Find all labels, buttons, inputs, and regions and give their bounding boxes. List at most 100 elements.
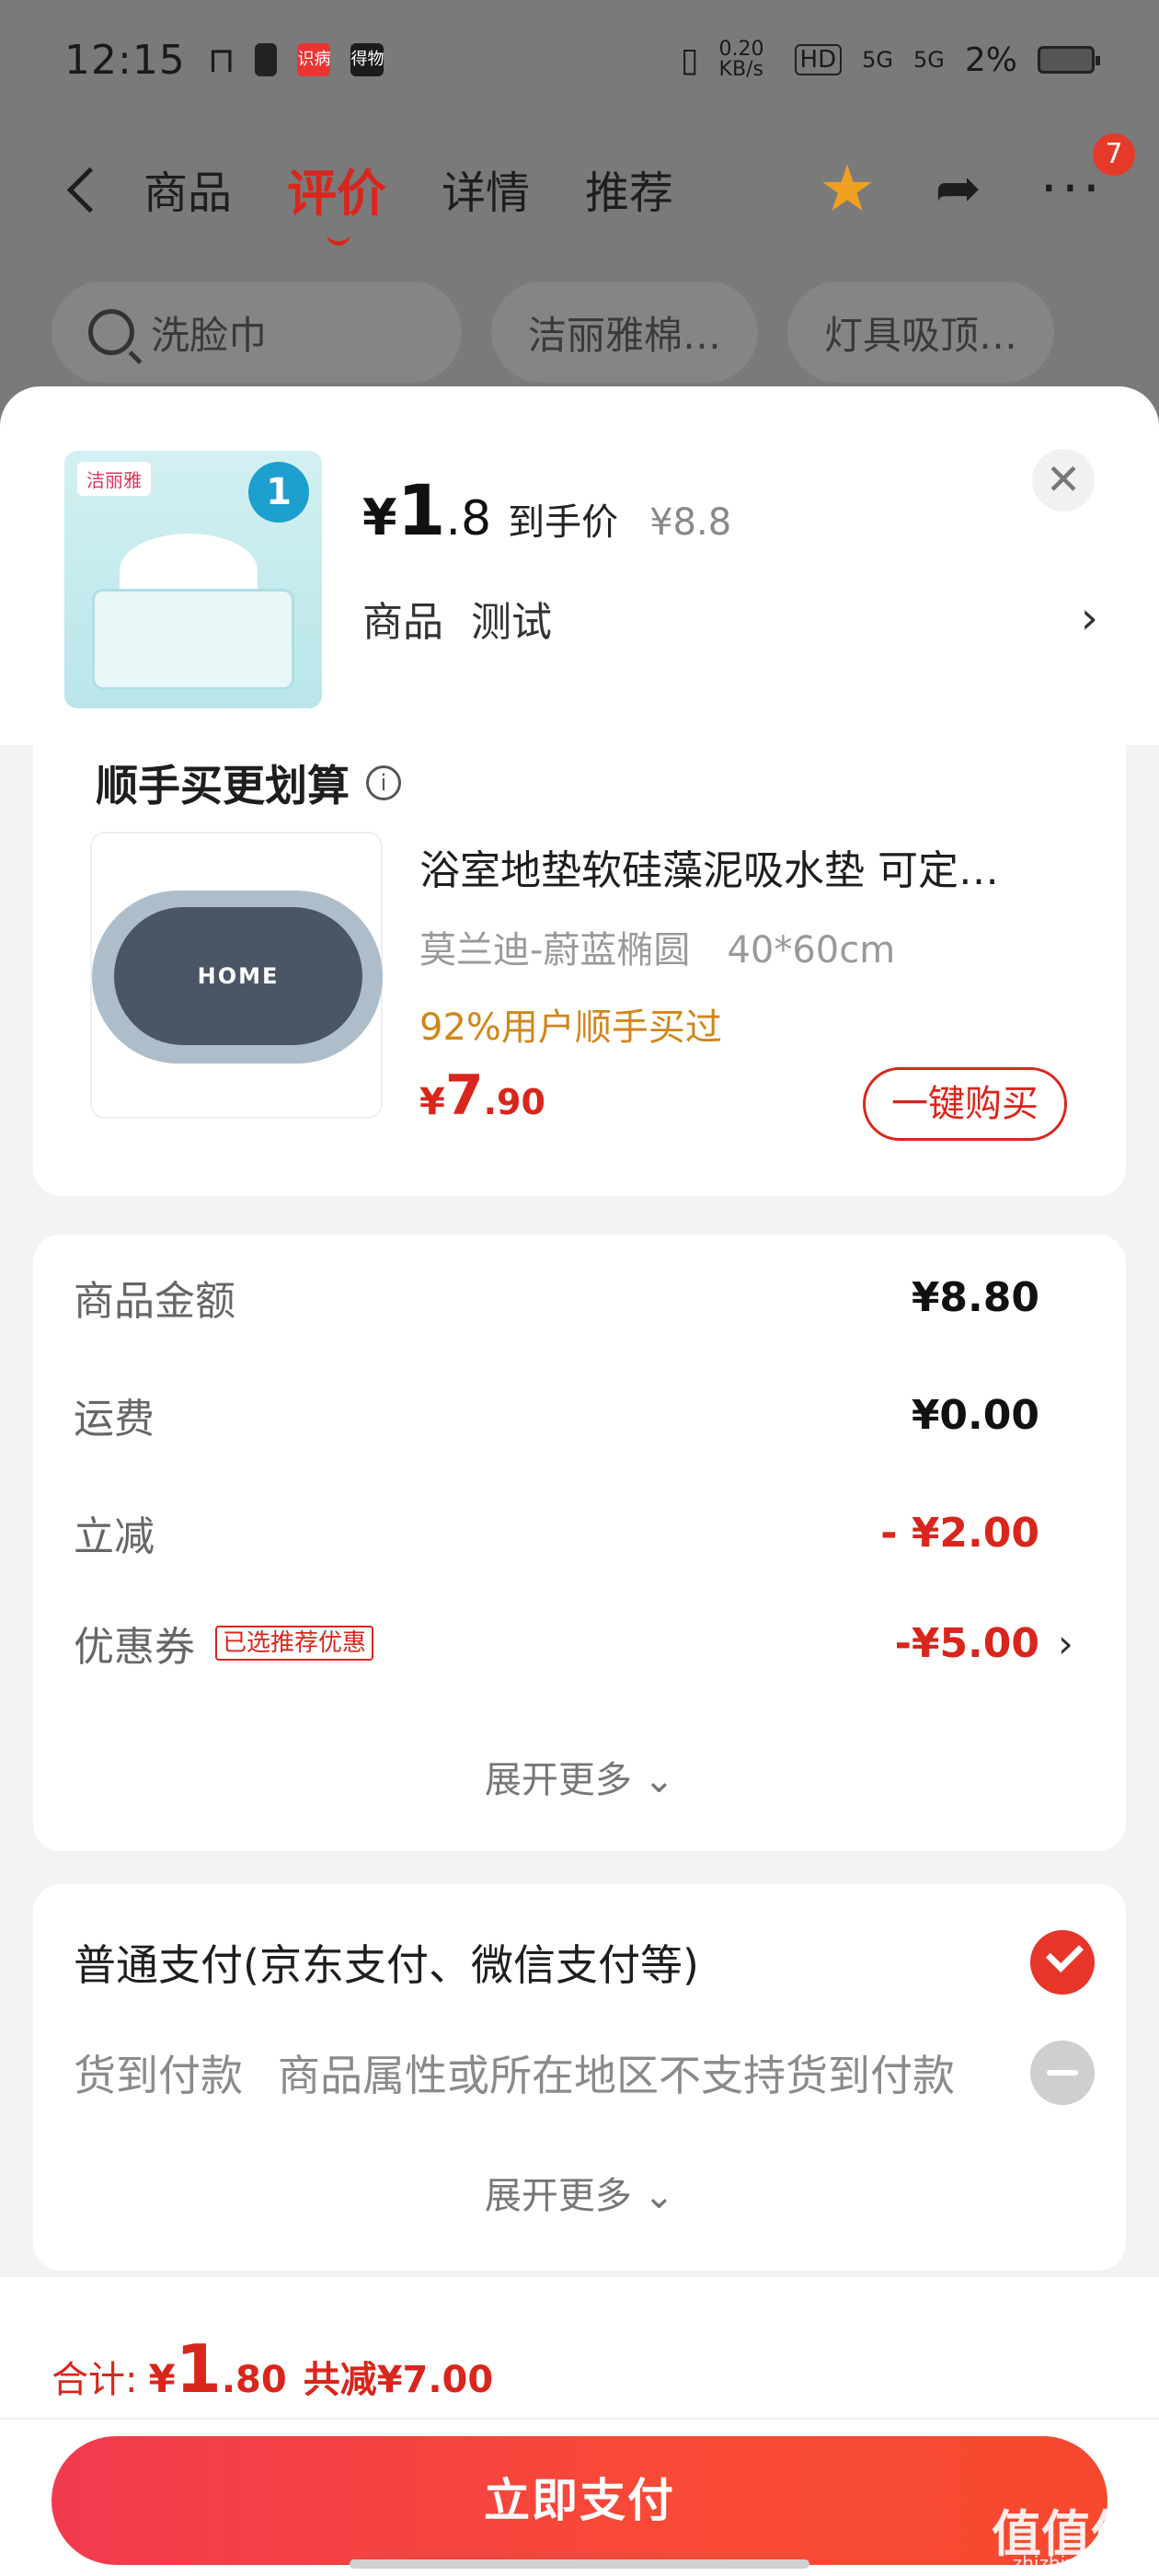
- one-click-buy-button[interactable]: 一键购买: [863, 1067, 1067, 1141]
- payment-option-cod: 货到付款 商品属性或所在地区不支持货到付款: [74, 2031, 1095, 2114]
- amount-label: 优惠券: [74, 1624, 195, 1671]
- spec-selector[interactable]: 商品 测试 ›: [362, 589, 1098, 648]
- app-icon-dark: 得物: [350, 43, 384, 76]
- product-thumbnail: 洁丽雅 1: [64, 451, 322, 708]
- tab-product[interactable]: 商品: [143, 156, 232, 221]
- upsell-title: 顺手买更划算 i: [96, 753, 401, 813]
- upsell-product-name[interactable]: 浴室地垫软硅藻泥吸水垫 可定…: [419, 837, 1082, 896]
- amount-row-subtotal: 商品金额 ¥8.80: [74, 1260, 1076, 1334]
- amount-row-discount: 立减 - ¥2.00: [74, 1496, 1076, 1570]
- checkout-sheet: 洁丽雅 1 ¥ 1 .8 到手价 ¥8.8 商品 测试 › ✕ 顺手买更划算 i…: [0, 386, 1159, 2576]
- net-speed: 0.20 KB/s: [718, 38, 764, 81]
- status-bar: 12:15 ⊓ 识病 得物 ▯ 0.20 KB/s HD 5G 5G 2%: [0, 0, 1159, 120]
- upsell-price: ¥ 7 .90: [419, 1064, 545, 1128]
- signal-5g-icon-2: 5G: [913, 47, 945, 73]
- payment-note: 商品属性或所在地区不支持货到付款: [278, 2051, 955, 2100]
- search-chip-1[interactable]: 洁丽雅棉…: [491, 282, 759, 383]
- close-button[interactable]: ✕: [1032, 449, 1095, 512]
- battery-icon: [1038, 46, 1100, 74]
- product-header: 洁丽雅 1 ¥ 1 .8 到手价 ¥8.8 商品 测试 › ✕: [0, 386, 1159, 745]
- signal-5g-icon: 5G: [862, 47, 893, 73]
- upsell-thumbnail[interactable]: HOME: [90, 832, 383, 1119]
- price-decimal: .8: [445, 491, 492, 546]
- tab-recommend[interactable]: 推荐: [585, 156, 673, 221]
- upsell-sku-size: 40*60cm: [727, 929, 896, 972]
- close-icon: ✕: [1045, 454, 1082, 504]
- mat-inner-graphic: HOME: [114, 907, 362, 1045]
- chevron-right-icon: ›: [1058, 1620, 1073, 1666]
- thumb-brand-label: 洁丽雅: [77, 462, 151, 496]
- amount-value: -¥5.00: [894, 1619, 1039, 1667]
- footer-divider: [0, 2418, 1159, 2420]
- total-label: 合计:: [52, 2359, 138, 2401]
- total-integer: 1: [175, 2330, 222, 2408]
- more-menu-icon[interactable]: ··· 7: [1040, 133, 1135, 216]
- total-line: 合计: ¥ 1 .80 共减¥7.00: [52, 2277, 493, 2433]
- price-line: ¥ 1 .8 到手价 ¥8.8: [362, 469, 731, 551]
- search-icon: [88, 309, 134, 355]
- original-price: ¥8.8: [649, 501, 732, 544]
- sim-icon: [255, 43, 278, 76]
- payment-card: 普通支付(京东支付、微信支付等) 货到付款 商品属性或所在地区不支持货到付款 展…: [33, 1884, 1126, 2271]
- total-decimal: .80: [221, 2359, 287, 2401]
- expand-label: 展开更多: [484, 1759, 632, 1801]
- total-saved: 共减¥7.00: [303, 2359, 494, 2401]
- back-arrow-icon[interactable]: [55, 161, 110, 216]
- nav-bar: 商品 评价 详情 推荐 ★ ➦ ··· 7: [0, 133, 1159, 246]
- price-integer: 1: [396, 469, 446, 551]
- amount-label: 运费: [74, 1396, 155, 1443]
- search-row: 洗脸巾 洁丽雅棉… 灯具吸顶…: [52, 282, 1055, 383]
- spec-value: 测试: [471, 599, 552, 646]
- coupon-badge: 已选推荐优惠: [215, 1626, 374, 1661]
- upsell-sku: 莫兰迪-蔚蓝椭圆 40*60cm: [419, 920, 895, 973]
- amount-row-shipping: 运费 ¥0.00: [74, 1378, 1076, 1452]
- search-query: 洗脸巾: [151, 312, 268, 358]
- upsell-card: 顺手买更划算 i HOME 浴室地垫软硅藻泥吸水垫 可定… 莫兰迪-蔚蓝椭圆 40…: [33, 745, 1126, 1196]
- amount-label: 商品金额: [74, 1278, 235, 1325]
- price-tag-label: 到手价: [508, 501, 619, 544]
- amounts-card: 商品金额 ¥8.80 运费 ¥0.00 立减 - ¥2.00 优惠券 已选推荐优…: [33, 1235, 1126, 1851]
- upsell-social-proof: 92%用户顺手买过: [419, 1006, 722, 1049]
- share-icon[interactable]: ➦: [935, 161, 981, 216]
- notification-icon: ⊓: [207, 40, 235, 80]
- status-time: 12:15: [64, 36, 186, 84]
- amount-row-coupon[interactable]: 优惠券 已选推荐优惠 -¥5.00 ›: [74, 1606, 1076, 1680]
- chevron-right-icon: ›: [1080, 592, 1098, 644]
- search-input[interactable]: 洗脸巾: [52, 282, 462, 383]
- spec-label: 商品: [362, 599, 443, 646]
- info-icon[interactable]: i: [366, 765, 401, 800]
- amount-value: ¥0.00: [911, 1391, 1039, 1439]
- radio-checked-icon[interactable]: [1030, 1930, 1095, 1995]
- price-currency: ¥: [362, 489, 397, 546]
- expand-label: 展开更多: [484, 2175, 632, 2217]
- amount-value: - ¥2.00: [880, 1509, 1039, 1557]
- radio-disabled-icon: [1030, 2041, 1095, 2105]
- home-indicator[interactable]: [350, 2559, 809, 2569]
- payment-label: 普通支付(京东支付、微信支付等): [74, 1940, 699, 1990]
- upsell-price-decimal: .90: [483, 1082, 545, 1122]
- upsell-title-text: 顺手买更划算: [96, 761, 350, 811]
- favorite-star-icon[interactable]: ★: [819, 156, 877, 221]
- pay-now-button[interactable]: 立即支付: [52, 2436, 1107, 2565]
- battery-percent: 2%: [964, 40, 1017, 79]
- app-icon-red: 识病: [297, 43, 331, 76]
- vibrate-icon: ▯: [680, 40, 699, 79]
- amount-value: ¥8.80: [911, 1273, 1039, 1321]
- payment-option-standard[interactable]: 普通支付(京东支付、微信支付等): [74, 1921, 1095, 2004]
- expand-more-amounts[interactable]: 展开更多 ⌄: [33, 1750, 1126, 1803]
- expand-more-payment[interactable]: 展开更多 ⌄: [33, 2166, 1126, 2219]
- tissue-pack-graphic: [92, 589, 294, 690]
- upsell-sku-color: 莫兰迪-蔚蓝椭圆: [419, 929, 691, 972]
- thumb-pack-count: 1: [248, 462, 309, 523]
- total-currency: ¥: [148, 2356, 176, 2401]
- chevron-down-icon: ⌄: [643, 1759, 675, 1801]
- amount-label: 立减: [74, 1513, 155, 1560]
- hd-icon: HD: [794, 44, 843, 75]
- payment-label: 货到付款: [74, 2051, 243, 2100]
- chevron-down-icon: ⌄: [643, 2175, 675, 2217]
- tab-details[interactable]: 详情: [442, 156, 530, 221]
- tab-reviews[interactable]: 评价: [287, 153, 386, 246]
- watermark-url: zhizhizhi.com: [1012, 2552, 1137, 2574]
- search-chip-2[interactable]: 灯具吸顶…: [787, 282, 1055, 383]
- message-count-badge: 7: [1093, 133, 1135, 176]
